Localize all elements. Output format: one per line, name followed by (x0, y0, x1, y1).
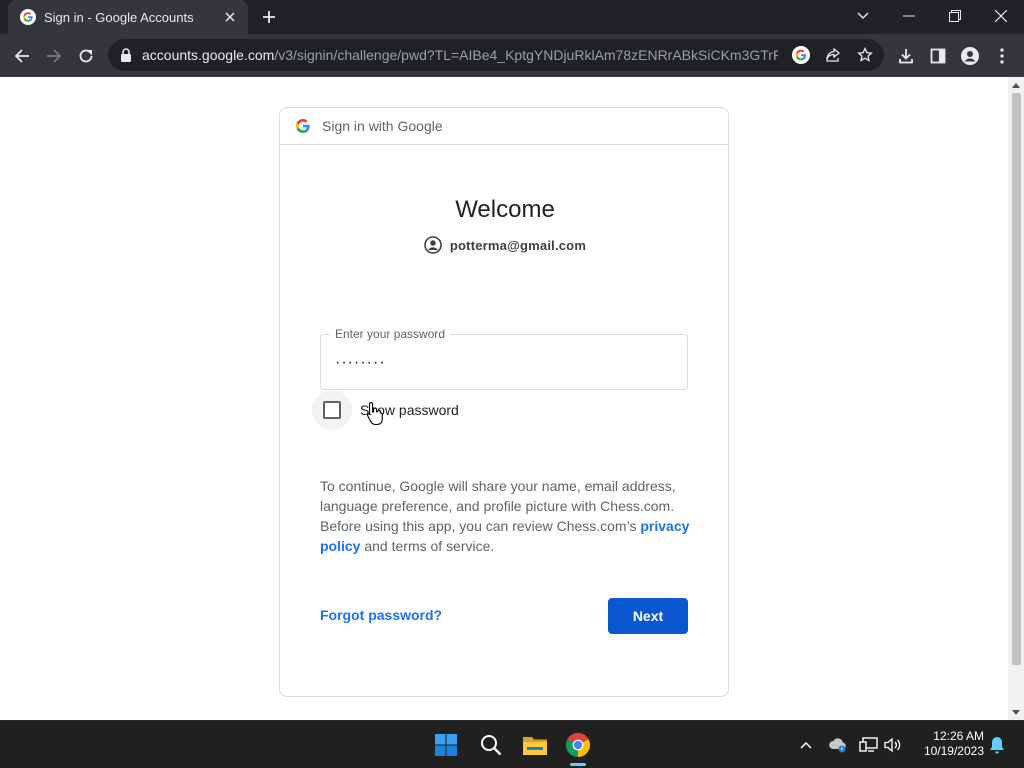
google-g-icon (20, 9, 36, 25)
menu-kebab-icon[interactable] (989, 43, 1015, 69)
bookmark-star-icon[interactable] (856, 46, 874, 64)
side-panel-icon[interactable] (925, 43, 951, 69)
hand-cursor-icon (366, 401, 383, 425)
back-icon[interactable] (9, 43, 35, 69)
page-title: Welcome (455, 196, 555, 223)
profile-icon[interactable] (957, 43, 983, 69)
url-path: /v3/signin/challenge/pwd?TL=AIBe4_KptgYN… (274, 47, 778, 63)
consent-text-part-2: and terms of service. (360, 538, 495, 554)
card-header: Sign in with Google (280, 108, 728, 145)
account-email: potterma@gmail.com (449, 237, 587, 253)
next-button[interactable]: Next (608, 598, 688, 634)
volume-icon[interactable] (883, 735, 903, 755)
windows-start-icon[interactable] (430, 729, 462, 761)
show-password-row[interactable]: Show password (312, 390, 459, 430)
browser-toolbar: accounts.google.com/v3/signin/challenge/… (0, 34, 1024, 77)
close-tab-icon[interactable] (222, 9, 238, 25)
taskbar-clock[interactable]: 12:26 AM 10/19/2023 (916, 729, 984, 759)
sign-in-card: Sign in with Google Welcome potterma@gma… (279, 107, 729, 697)
url-text[interactable]: accounts.google.com/v3/signin/challenge/… (142, 47, 778, 63)
google-g-icon (296, 119, 310, 133)
minimize-icon[interactable] (894, 4, 924, 28)
close-window-icon[interactable] (986, 4, 1016, 28)
url-host: accounts.google.com (142, 47, 275, 63)
address-bar[interactable]: accounts.google.com/v3/signin/challenge/… (108, 39, 884, 71)
account-chip[interactable]: potterma@gmail.com (280, 236, 730, 254)
new-tab-icon[interactable] (259, 7, 279, 27)
account-circle-icon (424, 236, 442, 254)
scrollbar-thumb[interactable] (1012, 93, 1021, 665)
network-icon[interactable] (859, 735, 879, 755)
reload-icon[interactable] (73, 43, 99, 69)
download-icon[interactable] (893, 43, 919, 69)
show-password-checkbox[interactable] (323, 401, 341, 419)
share-icon[interactable] (824, 46, 842, 64)
show-password-checkbox-ripple[interactable] (312, 390, 352, 430)
password-field[interactable]: Enter your password (320, 327, 688, 390)
restore-icon[interactable] (940, 4, 970, 28)
card-header-title: Sign in with Google (322, 118, 443, 134)
lock-icon[interactable] (120, 48, 134, 62)
notification-bell-icon[interactable] (987, 735, 1007, 755)
tab-title: Sign in - Google Accounts (44, 9, 194, 25)
clock-time: 12:26 AM (933, 729, 984, 743)
tab-search-chevron-icon[interactable] (848, 4, 878, 28)
active-app-indicator (570, 763, 586, 766)
consent-text: To continue, Google will share your name… (320, 476, 690, 556)
password-label: Enter your password (330, 327, 451, 341)
file-explorer-icon[interactable] (519, 729, 551, 761)
browser-tab-bar: Sign in - Google Accounts (0, 0, 1024, 34)
chrome-taskbar-icon[interactable] (562, 729, 594, 761)
password-input[interactable] (335, 353, 665, 373)
browser-tab[interactable]: Sign in - Google Accounts (8, 0, 248, 34)
scroll-up-arrow-icon[interactable] (1012, 83, 1020, 88)
forgot-password-link[interactable]: Forgot password? (320, 607, 442, 623)
clock-date: 10/19/2023 (923, 744, 984, 758)
scroll-down-arrow-icon[interactable] (1012, 710, 1020, 715)
google-lens-icon[interactable] (792, 46, 810, 64)
forward-icon[interactable] (41, 43, 67, 69)
taskbar: 12:26 AM 10/19/2023 (0, 720, 1024, 768)
page-viewport: Sign in with Google Welcome potterma@gma… (0, 77, 1024, 720)
consent-text-part-1: To continue, Google will share your name… (320, 478, 676, 534)
onedrive-cloud-icon[interactable] (828, 735, 848, 755)
page-scrollbar[interactable] (1008, 77, 1024, 720)
search-icon[interactable] (475, 729, 507, 761)
tray-overflow-chevron-icon[interactable] (796, 735, 816, 755)
